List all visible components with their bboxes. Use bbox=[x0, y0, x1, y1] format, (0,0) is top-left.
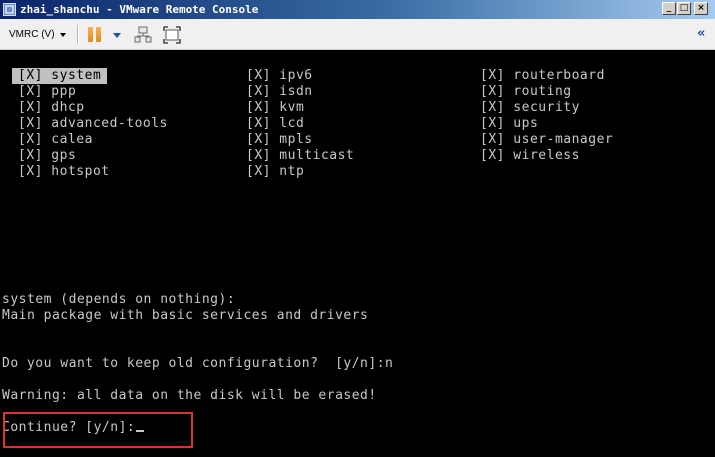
package-item[interactable]: [X] routerboard bbox=[480, 68, 605, 84]
package-item[interactable]: [X] ups bbox=[480, 116, 538, 132]
console-screen[interactable]: [X] system [X] ppp [X] dhcp [X] advanced-to… bbox=[0, 50, 715, 457]
package-item-selected[interactable]: [X] system bbox=[12, 68, 108, 84]
maximize-button[interactable]: □ bbox=[677, 2, 691, 15]
title-bar[interactable]: zhai_shanchu - VMware Remote Console _ □… bbox=[0, 0, 715, 19]
package-item[interactable]: [X] gps bbox=[18, 148, 76, 164]
close-button[interactable]: × bbox=[694, 2, 708, 15]
package-item[interactable]: [X] ppp bbox=[18, 84, 76, 100]
package-item[interactable]: [X] user-manager bbox=[480, 132, 613, 148]
chevron-down-icon[interactable] bbox=[60, 33, 66, 37]
vmrc-menu-button[interactable]: VMRC (V) bbox=[9, 26, 55, 43]
window-title: zhai_shanchu - VMware Remote Console bbox=[20, 3, 259, 16]
package-item[interactable]: [X] hotspot bbox=[18, 164, 110, 180]
pause-bar-right bbox=[96, 27, 101, 42]
erase-warning: Warning: all data on the disk will be er… bbox=[2, 388, 377, 403]
fullscreen-icon[interactable] bbox=[163, 26, 181, 44]
package-item[interactable]: [X] dhcp bbox=[18, 100, 85, 116]
package-item[interactable]: [X] mpls bbox=[246, 132, 313, 148]
minimize-icon: _ bbox=[666, 3, 672, 13]
package-item[interactable]: [X] ntp bbox=[246, 164, 304, 180]
close-icon: × bbox=[697, 3, 705, 13]
keep-config-prompt: Do you want to keep old configuration? [… bbox=[2, 356, 394, 371]
vmware-app-icon bbox=[3, 3, 16, 16]
package-item[interactable]: [X] multicast bbox=[246, 148, 354, 164]
description-body: Main package with basic services and dri… bbox=[2, 308, 369, 323]
pause-bar-left bbox=[88, 27, 93, 42]
collapse-toolbar-icon[interactable]: « bbox=[697, 27, 709, 41]
package-item[interactable]: [X] calea bbox=[18, 132, 93, 148]
vmrc-window: zhai_shanchu - VMware Remote Console _ □… bbox=[0, 0, 715, 457]
package-item[interactable]: [X] advanced-tools bbox=[18, 116, 168, 132]
package-item[interactable]: [X] security bbox=[480, 100, 580, 116]
package-item[interactable]: [X] kvm bbox=[246, 100, 304, 116]
pause-icon[interactable] bbox=[88, 27, 102, 42]
minimize-button[interactable]: _ bbox=[662, 2, 676, 15]
package-item[interactable]: [X] isdn bbox=[246, 84, 313, 100]
package-item[interactable]: [X] wireless bbox=[480, 148, 580, 164]
removable-devices-icon[interactable] bbox=[134, 26, 152, 44]
package-item[interactable]: [X] lcd bbox=[246, 116, 304, 132]
toolbar: VMRC (V) « bbox=[0, 19, 715, 50]
toolbar-separator bbox=[77, 25, 79, 44]
package-item[interactable]: [X] ipv6 bbox=[246, 68, 313, 84]
description-header: system (depends on nothing): bbox=[2, 292, 236, 307]
package-item[interactable]: [X] routing bbox=[480, 84, 572, 100]
highlight-annotation-box bbox=[3, 412, 193, 448]
power-options-dropdown-icon[interactable] bbox=[113, 33, 121, 38]
maximize-icon: □ bbox=[679, 3, 689, 13]
